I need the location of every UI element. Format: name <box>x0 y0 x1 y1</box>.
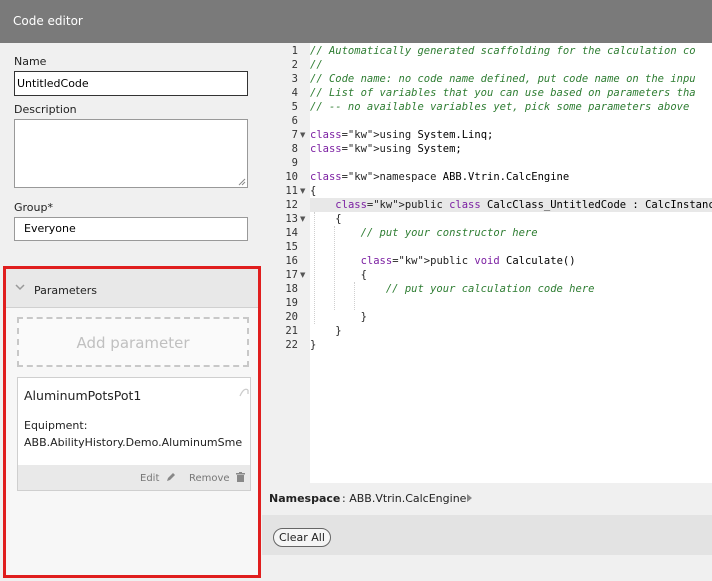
fold-arrow-icon[interactable]: ▼ <box>300 131 305 139</box>
fold-arrow-icon[interactable]: ▼ <box>300 187 305 195</box>
line-number: 17 <box>285 269 298 281</box>
window-title: Code editor <box>13 14 83 28</box>
fold-arrow-icon[interactable]: ▼ <box>300 215 305 223</box>
parameters-header[interactable]: Parameters <box>6 269 258 308</box>
description-label: Description <box>14 103 77 116</box>
code-line[interactable]: // Code name: no code name defined, put … <box>310 72 712 86</box>
parameter-remove-button[interactable]: Remove <box>189 472 245 484</box>
fold-arrow-icon[interactable]: ▼ <box>300 271 305 279</box>
add-parameter-button[interactable]: Add parameter <box>17 317 249 367</box>
parameter-card-footer: Edit Remove <box>18 465 250 490</box>
code-line[interactable]: // put your calculation code here <box>310 282 712 296</box>
code-line[interactable]: // <box>310 58 712 72</box>
code-editor[interactable]: // Automatically generated scaffolding f… <box>262 43 712 483</box>
resize-handle-icon[interactable] <box>238 178 246 186</box>
code-line[interactable] <box>310 296 712 310</box>
description-textarea[interactable] <box>14 119 248 188</box>
add-parameter-label: Add parameter <box>76 334 190 352</box>
clear-all-button[interactable]: Clear All <box>273 528 331 547</box>
link-icon[interactable] <box>238 386 250 398</box>
edit-label: Edit <box>140 473 160 484</box>
parameter-equipment-label: Equipment: <box>24 419 88 432</box>
line-number: 15 <box>285 241 298 253</box>
parameter-edit-button[interactable]: Edit <box>140 472 176 484</box>
code-area[interactable]: // Automatically generated scaffolding f… <box>310 43 712 483</box>
namespace-bar: Namespace : ABB.Vtrin.CalcEngine <box>262 483 712 513</box>
caret-right-icon[interactable] <box>467 494 472 502</box>
name-input[interactable]: UntitledCode <box>14 71 248 96</box>
line-number: 21 <box>285 325 298 337</box>
parameters-title: Parameters <box>34 284 97 297</box>
line-number: 9 <box>291 157 298 169</box>
line-number: 11 <box>285 185 298 197</box>
group-select-value: Everyone <box>24 222 76 235</box>
line-number: 3 <box>291 73 298 85</box>
code-line[interactable] <box>310 156 712 170</box>
code-line[interactable]: class="kw">public class CalcClass_Untitl… <box>310 198 712 212</box>
line-number: 19 <box>285 297 298 309</box>
indent-guide <box>314 212 315 324</box>
line-number: 22 <box>285 339 298 351</box>
indent-guide <box>354 282 355 310</box>
line-number: 10 <box>285 171 298 183</box>
remove-label: Remove <box>189 473 230 484</box>
window-titlebar: Code editor <box>0 0 712 43</box>
code-line[interactable]: // put your constructor here <box>310 226 712 240</box>
code-line[interactable]: // -- no available variables yet, pick s… <box>310 100 712 114</box>
group-label: Group* <box>14 201 53 214</box>
line-number: 1 <box>291 45 298 57</box>
code-line[interactable]: { <box>310 268 712 282</box>
pencil-icon <box>166 473 175 481</box>
name-input-value: UntitledCode <box>17 77 89 90</box>
button-bar: Clear All <box>262 515 712 555</box>
code-line[interactable]: } <box>310 338 712 352</box>
line-number: 16 <box>285 255 298 267</box>
line-number: 7 <box>291 129 298 141</box>
line-number: 20 <box>285 311 298 323</box>
line-number: 12 <box>285 199 298 211</box>
code-line[interactable]: class="kw">using System.Linq; <box>310 128 712 142</box>
namespace-value: : ABB.Vtrin.CalcEngine <box>342 492 467 505</box>
code-line[interactable]: class="kw">namespace ABB.Vtrin.CalcEngin… <box>310 170 712 184</box>
code-line[interactable]: } <box>310 310 712 324</box>
code-line[interactable]: // Automatically generated scaffolding f… <box>310 44 712 58</box>
code-line[interactable]: class="kw">public void Calculate() <box>310 254 712 268</box>
code-line[interactable]: } <box>310 324 712 338</box>
line-number: 8 <box>291 143 298 155</box>
indent-guide <box>334 226 335 310</box>
line-number: 5 <box>291 101 298 113</box>
line-number: 2 <box>291 59 298 71</box>
namespace-label: Namespace <box>269 492 341 505</box>
trash-icon <box>235 472 245 482</box>
code-line[interactable] <box>310 114 712 128</box>
code-line[interactable]: class="kw">using System; <box>310 142 712 156</box>
parameter-card: AluminumPotsPot1 Equipment: ABB.AbilityH… <box>17 377 251 491</box>
chevron-down-icon <box>15 284 25 291</box>
line-number: 13 <box>285 213 298 225</box>
parameter-equipment-value: ABB.AbilityHistory.Demo.AluminumSme <box>24 436 243 449</box>
code-line[interactable]: { <box>310 184 712 198</box>
code-line[interactable] <box>310 240 712 254</box>
code-line[interactable]: // List of variables that you can use ba… <box>310 86 712 100</box>
parameters-section: Parameters Add parameter AluminumPotsPot… <box>3 266 261 578</box>
parameter-name: AluminumPotsPot1 <box>24 388 142 403</box>
line-number: 18 <box>285 283 298 295</box>
group-select[interactable]: Everyone <box>14 217 248 241</box>
name-label: Name <box>14 55 47 68</box>
line-number: 4 <box>291 87 298 99</box>
code-line[interactable]: { <box>310 212 712 226</box>
line-number: 14 <box>285 227 298 239</box>
line-number: 6 <box>291 115 298 127</box>
